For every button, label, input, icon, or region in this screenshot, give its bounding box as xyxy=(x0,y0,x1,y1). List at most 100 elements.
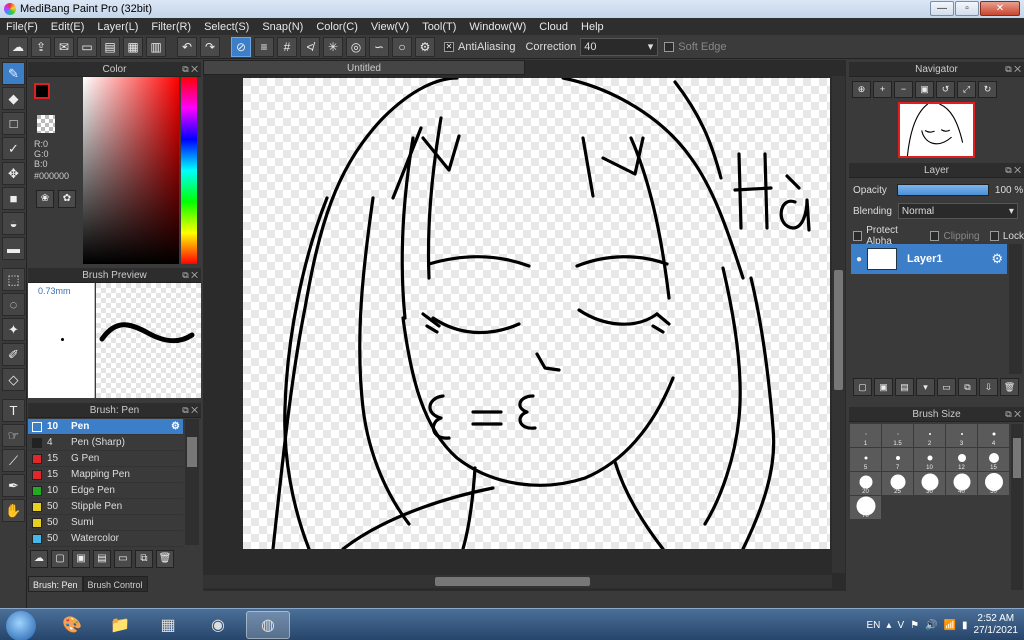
scroll-thumb[interactable] xyxy=(834,270,843,390)
palette-icon[interactable]: ❀ xyxy=(36,190,54,208)
brush-item-g-pen[interactable]: 15 G Pen xyxy=(28,451,183,467)
lock-checkbox[interactable] xyxy=(989,231,999,241)
brush-size-cell[interactable]: 1 xyxy=(850,424,881,447)
navigator-thumbnail[interactable] xyxy=(898,102,975,158)
menu-edit[interactable]: Edit(E) xyxy=(51,21,85,33)
select-tool-icon[interactable]: ⬚ xyxy=(2,268,25,291)
snap-parallel-icon[interactable]: ≡ xyxy=(254,36,274,57)
canvas-vertical-scrollbar[interactable] xyxy=(832,76,845,573)
snap-curve-icon[interactable]: ∽ xyxy=(369,36,389,57)
comment-icon[interactable]: ✉ xyxy=(54,36,74,57)
brush-size-cell[interactable]: 7 xyxy=(882,448,913,471)
snap-circle-icon[interactable]: ◎ xyxy=(346,36,366,57)
fill-rect-tool-icon[interactable]: ■ xyxy=(2,187,25,210)
eyedropper-tool-icon[interactable]: ✒ xyxy=(2,474,25,497)
new-layer-1bit-icon[interactable]: ▤ xyxy=(895,378,914,396)
duplicate-layer-icon[interactable]: ⧉ xyxy=(958,378,977,396)
flag-icon[interactable]: ⚑ xyxy=(910,620,919,631)
menu-tool[interactable]: Tool(T) xyxy=(422,21,456,33)
brush-item-pen[interactable]: 10 Pen ⚙ xyxy=(28,419,183,435)
select-eraser-tool-icon[interactable]: ◇ xyxy=(2,368,25,391)
brush-list-scrollbar[interactable] xyxy=(185,419,199,545)
menu-cloud[interactable]: Cloud xyxy=(539,21,568,33)
new-brush-icon[interactable]: ▢ xyxy=(51,550,69,568)
dot-tool-icon[interactable]: □ xyxy=(2,112,25,135)
grid-icon[interactable]: ▥ xyxy=(146,36,166,57)
eraser-tool-icon[interactable]: ◆ xyxy=(2,87,25,110)
snap-vanishing-icon[interactable]: ≮ xyxy=(300,36,320,57)
language-indicator[interactable]: EN xyxy=(867,620,881,631)
brush-size-cell[interactable]: 20 xyxy=(850,472,881,495)
divider-tool-icon[interactable]: ⟋ xyxy=(2,449,25,472)
layer-item[interactable]: ● Layer1 ⚙ xyxy=(851,244,1007,274)
media-app-icon[interactable]: ▦ xyxy=(146,611,190,639)
text-tool-icon[interactable]: T xyxy=(2,399,25,422)
brush-size-cell[interactable]: 15 xyxy=(978,448,1009,471)
brush-item-pen-sharp[interactable]: 4 Pen (Sharp) xyxy=(28,435,183,451)
brush-item-mapping-pen[interactable]: 15 Mapping Pen xyxy=(28,467,183,483)
brush-size-cell[interactable]: 50 xyxy=(978,472,1009,495)
rotate-right-icon[interactable]: ↻ xyxy=(978,81,997,98)
menu-color[interactable]: Color(C) xyxy=(316,21,358,33)
tab-brush-control[interactable]: Brush Control xyxy=(82,576,148,592)
magic-wand-tool-icon[interactable]: ✦ xyxy=(2,318,25,341)
cloud-save-icon[interactable]: ☁ xyxy=(8,36,28,57)
zoom-out-icon[interactable]: − xyxy=(894,81,913,98)
divide-tool-icon[interactable]: ✓ xyxy=(2,137,25,160)
gear-icon[interactable]: ⚙ xyxy=(991,251,1003,267)
brush-item-edge-pen[interactable]: 10 Edge Pen xyxy=(28,483,183,499)
protect-alpha-checkbox[interactable] xyxy=(853,231,863,241)
share-icon[interactable]: ⇪ xyxy=(31,36,51,57)
actual-size-icon[interactable]: ▣ xyxy=(915,81,934,98)
visibility-icon[interactable]: ● xyxy=(851,254,867,265)
folder-icon[interactable]: ▭ xyxy=(937,378,956,396)
panel-close-icon[interactable]: ⧉ ✕ xyxy=(182,403,198,418)
brush-item-watercolor[interactable]: 50 Watercolor xyxy=(28,531,183,547)
panel-close-icon[interactable]: ⧉ ✕ xyxy=(1005,62,1021,77)
brush-size-cell[interactable]: 3 xyxy=(946,424,977,447)
panel-close-icon[interactable]: ⧉ ✕ xyxy=(182,268,198,283)
brush-item-stipple-pen[interactable]: 50 Stipple Pen xyxy=(28,499,183,515)
antialiasing-checkbox[interactable]: ✕ AntiAliasing xyxy=(444,41,519,53)
redo-icon[interactable]: ↷ xyxy=(200,36,220,57)
zoom-in-icon[interactable]: + xyxy=(873,81,892,98)
clipping-checkbox[interactable] xyxy=(930,231,940,241)
brush-size-cell[interactable]: 2 xyxy=(914,424,945,447)
menu-view[interactable]: View(V) xyxy=(371,21,409,33)
zoom-icon[interactable]: ⊕ xyxy=(852,81,871,98)
antivirus-icon[interactable]: V xyxy=(897,620,904,631)
brush-size-cell[interactable]: 4 xyxy=(978,424,1009,447)
menu-filter[interactable]: Filter(R) xyxy=(151,21,191,33)
snap-off-icon[interactable]: ⊘ xyxy=(231,36,251,57)
scroll-thumb[interactable] xyxy=(187,437,197,467)
tab-brush-pen[interactable]: Brush: Pen xyxy=(28,576,83,592)
add-layer-menu-icon[interactable]: ▾ xyxy=(916,378,935,396)
brush-size-cell[interactable]: 1.5 xyxy=(882,424,913,447)
move-tool-icon[interactable]: ✥ xyxy=(2,162,25,185)
page-icon[interactable]: ▤ xyxy=(100,36,120,57)
volume-icon[interactable]: 🔊 xyxy=(925,620,937,631)
scroll-thumb[interactable] xyxy=(435,577,590,586)
menu-file[interactable]: File(F) xyxy=(6,21,38,33)
menu-help[interactable]: Help xyxy=(581,21,604,33)
lasso-tool-icon[interactable]: ◌ xyxy=(2,293,25,316)
trash-icon[interactable]: 🗑 xyxy=(1000,378,1019,396)
hue-slider[interactable] xyxy=(181,77,197,264)
tray-expand-icon[interactable]: ▴ xyxy=(886,620,891,631)
operation-tool-icon[interactable]: ☞ xyxy=(2,424,25,447)
panel-close-icon[interactable]: ⧉ ✕ xyxy=(1005,163,1021,178)
snap-settings-icon[interactable]: ⚙ xyxy=(415,36,435,57)
new-layer-8bit-icon[interactable]: ▣ xyxy=(874,378,893,396)
gear-icon[interactable]: ⚙ xyxy=(171,421,180,432)
balloon-icon[interactable]: ▭ xyxy=(77,36,97,57)
snap-crisscross-icon[interactable]: # xyxy=(277,36,297,57)
saturation-value-picker[interactable] xyxy=(83,77,179,264)
brush-size-scrollbar[interactable] xyxy=(1011,424,1023,590)
menu-select[interactable]: Select(S) xyxy=(204,21,249,33)
soft-edge-checkbox[interactable]: Soft Edge xyxy=(664,41,730,53)
import-brush-icon[interactable]: ▤ xyxy=(93,550,111,568)
add-cloud-brush-icon[interactable]: ☁ xyxy=(30,550,48,568)
hand-tool-icon[interactable]: ✋ xyxy=(2,499,25,522)
panel-icon[interactable]: ▦ xyxy=(123,36,143,57)
duplicate-brush-icon[interactable]: ⧉ xyxy=(135,550,153,568)
